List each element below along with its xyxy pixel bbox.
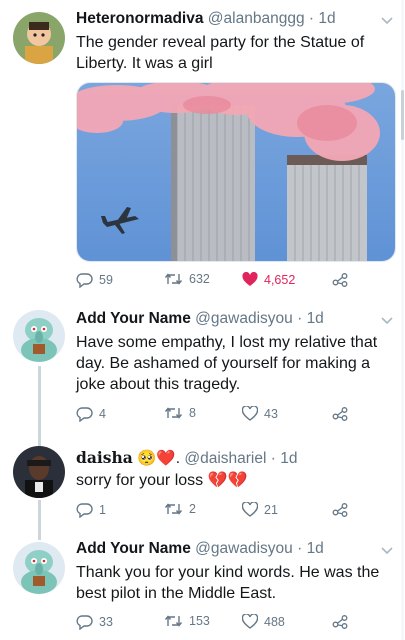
share-button[interactable]	[332, 614, 348, 629]
reply-button[interactable]: 1	[76, 502, 106, 518]
display-name[interactable]: Heteronormadiva	[76, 10, 203, 27]
share-icon	[332, 614, 348, 629]
tweet-actions: 33 153 488	[76, 614, 348, 632]
like-count: 21	[264, 502, 278, 517]
separator: ·	[297, 310, 303, 327]
timestamp[interactable]: 1d	[318, 10, 335, 27]
tweet-text: The gender reveal party for the Statue o…	[76, 34, 365, 72]
tweet-actions: 1 2 21	[76, 502, 348, 520]
chevron-down-icon[interactable]	[381, 544, 393, 558]
display-name[interactable]: Add Your Name	[76, 540, 191, 557]
like-button[interactable]: 21	[242, 502, 278, 517]
tweet-header: Add Your Name @gawadisyou · 1d	[76, 540, 324, 558]
tweet-header: daisha 🥺❤️. @daishariel · 1d	[76, 448, 297, 468]
like-count: 43	[264, 406, 278, 421]
like-button[interactable]: 488	[242, 614, 285, 629]
share-button[interactable]	[332, 272, 348, 287]
tweet-1[interactable]: Heteronormadiva @alanbanggg · 1d The gen…	[0, 0, 405, 296]
like-icon	[242, 272, 258, 287]
retweet-icon	[164, 272, 183, 286]
reply-count: 1	[99, 503, 106, 517]
display-name[interactable]: Add Your Name	[76, 310, 191, 327]
retweet-count: 8	[189, 406, 196, 420]
retweet-button[interactable]: 153	[164, 614, 210, 628]
tweet-3[interactable]: daisha 🥺❤️. @daishariel · 1d sorry for y…	[0, 434, 405, 530]
reply-count: 59	[99, 273, 113, 287]
timestamp[interactable]: 1d	[307, 310, 324, 327]
separator: ·	[270, 450, 276, 467]
reply-icon	[76, 272, 93, 288]
user-handle[interactable]: @daishariel	[184, 450, 266, 467]
share-button[interactable]	[332, 406, 348, 421]
share-icon	[332, 406, 348, 421]
share-button[interactable]	[332, 502, 348, 517]
share-icon	[332, 272, 348, 287]
avatar[interactable]	[13, 12, 65, 64]
user-handle[interactable]: @gawadisyou	[195, 310, 293, 327]
reply-icon	[76, 502, 93, 518]
tweet-text: sorry for your loss	[76, 472, 204, 489]
tweet-text: Thank you for your kind words. He was th…	[76, 564, 380, 602]
timestamp[interactable]: 1d	[280, 450, 297, 467]
tweet-2[interactable]: Add Your Name @gawadisyou · 1d Have some…	[0, 296, 405, 434]
timestamp[interactable]: 1d	[307, 540, 324, 557]
retweet-icon	[164, 502, 183, 516]
like-button[interactable]: 4,652	[242, 272, 295, 287]
tweet-text-wrap: sorry for your loss 💔💔	[76, 470, 394, 491]
tweet-actions: 59 632 4,652	[76, 272, 348, 290]
reply-button[interactable]: 4	[76, 406, 106, 422]
retweet-count: 153	[189, 614, 210, 628]
retweet-button[interactable]: 2	[164, 502, 196, 516]
reply-button[interactable]: 33	[76, 614, 113, 630]
avatar[interactable]	[13, 542, 65, 594]
chevron-down-icon[interactable]	[381, 314, 393, 328]
text-emoji: 💔💔	[207, 472, 248, 489]
user-handle[interactable]: @gawadisyou	[195, 540, 293, 557]
like-icon	[242, 406, 258, 421]
tweet-actions: 4 8 43	[76, 406, 348, 424]
retweet-icon	[164, 614, 183, 628]
user-handle[interactable]: @alanbanggg	[208, 10, 305, 27]
retweet-icon	[164, 406, 183, 420]
like-button[interactable]: 43	[242, 406, 278, 421]
reply-icon	[76, 614, 93, 630]
tweet-text: Have some empathy, I lost my relative th…	[76, 334, 378, 393]
tweet-4[interactable]: Add Your Name @gawadisyou · 1d Thank you…	[0, 530, 405, 640]
avatar[interactable]	[13, 310, 65, 362]
separator: ·	[297, 540, 303, 557]
reply-count: 33	[99, 615, 113, 629]
like-count: 4,652	[264, 272, 296, 287]
chevron-down-icon[interactable]	[381, 14, 393, 28]
like-count: 488	[264, 614, 285, 629]
separator: ·	[308, 10, 315, 27]
tweet-header: Add Your Name @gawadisyou · 1d	[76, 310, 324, 328]
retweet-count: 2	[189, 502, 196, 516]
retweet-count: 632	[189, 272, 210, 286]
tweet-image[interactable]	[76, 82, 396, 262]
retweet-button[interactable]: 632	[164, 272, 210, 286]
like-icon	[242, 502, 258, 517]
reply-count: 4	[99, 407, 106, 421]
like-icon	[242, 614, 258, 629]
retweet-button[interactable]: 8	[164, 406, 196, 420]
name-emoji: 🥺❤️.	[137, 450, 181, 467]
avatar[interactable]	[13, 446, 65, 498]
reply-icon	[76, 406, 93, 422]
share-icon	[332, 502, 348, 517]
display-name[interactable]: daisha	[76, 448, 133, 467]
tweet-header: Heteronormadiva @alanbanggg · 1d	[76, 10, 336, 28]
reply-button[interactable]: 59	[76, 272, 113, 288]
